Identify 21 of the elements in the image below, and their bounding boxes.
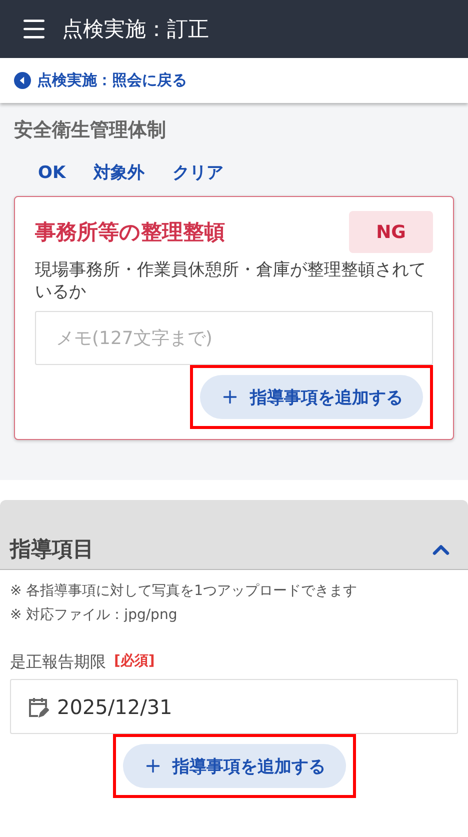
item-title: 事務所等の整理整頓 bbox=[35, 219, 225, 246]
item-description: 現場事務所・作業員休憩所・倉庫が整理整頓されているか bbox=[35, 259, 427, 304]
field-label: 是正報告期限 bbox=[10, 652, 106, 674]
add-guidance-button[interactable]: 指導事項を追加する bbox=[200, 375, 423, 420]
choice-button[interactable]: 対象外 bbox=[80, 157, 159, 188]
required-mark: [必須] bbox=[114, 652, 155, 672]
back-icon bbox=[14, 72, 31, 89]
date-value: 2025/12/31 bbox=[57, 694, 172, 719]
back-link[interactable]: 点検実施：照会に戻る bbox=[0, 58, 468, 103]
choice-button[interactable]: クリア bbox=[158, 157, 238, 188]
memo-field[interactable]: メモ(127文字まで) bbox=[35, 311, 433, 366]
calendar-edit-icon bbox=[27, 696, 49, 718]
panel-title: 指導項目 bbox=[10, 536, 94, 564]
add-guidance-button[interactable]: 指導事項を追加する bbox=[122, 744, 346, 788]
status-badge: NG bbox=[349, 211, 433, 253]
note-text: ※ 対応ファイル：jpg/png bbox=[10, 606, 178, 624]
note-text: ※ 各指導事項に対して写真を1つアップロードできます bbox=[10, 582, 358, 600]
choice-button[interactable]: OK bbox=[24, 157, 80, 188]
date-field[interactable]: 2025/12/31 bbox=[10, 679, 458, 734]
page-title: 点検実施：訂正 bbox=[62, 16, 209, 43]
section-title: 安全衛生管理体制 bbox=[14, 118, 167, 143]
